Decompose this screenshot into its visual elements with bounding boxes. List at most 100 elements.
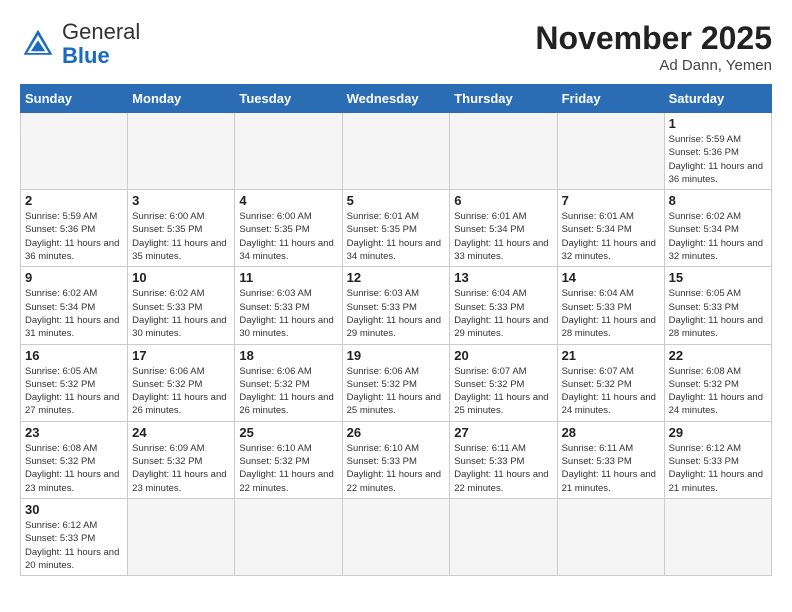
day-number: 8 <box>669 193 767 208</box>
calendar-cell: 12 Sunrise: 6:03 AMSunset: 5:33 PMDayligh… <box>342 267 450 344</box>
day-number: 18 <box>239 348 337 363</box>
day-number: 14 <box>562 270 660 285</box>
day-number: 7 <box>562 193 660 208</box>
calendar-cell: 13Sunrise: 6:04 AMSunset: 5:33 PMDayligh… <box>450 267 557 344</box>
day-number: 28 <box>562 425 660 440</box>
title-block: November 2025 Ad Dann, Yemen <box>535 20 772 74</box>
calendar-cell: 3 Sunrise: 6:00 AMSunset: 5:35 PMDaylight… <box>128 190 235 267</box>
day-info: Sunrise: 6:01 AMSunset: 5:34 PMDaylight:… <box>454 210 552 263</box>
day-number: 26 <box>347 425 446 440</box>
day-number: 24 <box>132 425 230 440</box>
day-info: Sunrise: 6:07 AMSunset: 5:32 PMDaylight:… <box>454 365 552 418</box>
day-number: 29 <box>669 425 767 440</box>
day-info: Sunrise: 6:04 AMSunset: 5:33 PMDaylight:… <box>454 287 552 340</box>
day-number: 2 <box>25 193 123 208</box>
day-number: 9 <box>25 270 123 285</box>
calendar-cell <box>450 113 557 190</box>
calendar-row: 1 Sunrise: 5:59 AMSunset: 5:36 PMDaylight… <box>21 113 772 190</box>
day-info: Sunrise: 6:02 AMSunset: 5:34 PMDaylight:… <box>25 287 123 340</box>
day-info: Sunrise: 6:12 AMSunset: 5:33 PMDaylight:… <box>669 442 767 495</box>
calendar-cell: 15 Sunrise: 6:05 AMSunset: 5:33 PMDayligh… <box>664 267 771 344</box>
header-sunday: Sunday <box>21 85 128 113</box>
day-number: 17 <box>132 348 230 363</box>
calendar-cell: 20 Sunrise: 6:07 AMSunset: 5:32 PMDayligh… <box>450 344 557 421</box>
calendar-table: Sunday Monday Tuesday Wednesday Thursday… <box>20 84 772 576</box>
calendar-row: 9 Sunrise: 6:02 AMSunset: 5:34 PMDaylight… <box>21 267 772 344</box>
calendar-cell: 9 Sunrise: 6:02 AMSunset: 5:34 PMDaylight… <box>21 267 128 344</box>
header-wednesday: Wednesday <box>342 85 450 113</box>
calendar-row: 2Sunrise: 5:59 AMSunset: 5:36 PMDaylight… <box>21 190 772 267</box>
logo-blue: Blue <box>62 43 110 68</box>
calendar-cell: 16 Sunrise: 6:05 AMSunset: 5:32 PMDayligh… <box>21 344 128 421</box>
day-info: Sunrise: 6:00 AMSunset: 5:35 PMDaylight:… <box>132 210 230 263</box>
day-number: 19 <box>347 348 446 363</box>
calendar-cell-empty <box>235 498 342 575</box>
day-info: Sunrise: 6:03 AMSunset: 5:33 PMDaylight:… <box>347 287 446 340</box>
day-info: Sunrise: 6:04 AMSunset: 5:33 PMDaylight:… <box>562 287 660 340</box>
day-number: 16 <box>25 348 123 363</box>
calendar-cell: 27Sunrise: 6:11 AMSunset: 5:33 PMDayligh… <box>450 421 557 498</box>
day-number: 22 <box>669 348 767 363</box>
page-header: General Blue November 2025 Ad Dann, Yeme… <box>20 20 772 74</box>
calendar-cell: 22 Sunrise: 6:08 AMSunset: 5:32 PMDayligh… <box>664 344 771 421</box>
day-number: 5 <box>347 193 446 208</box>
day-info: Sunrise: 6:11 AMSunset: 5:33 PMDaylight:… <box>454 442 552 495</box>
day-number: 15 <box>669 270 767 285</box>
day-info: Sunrise: 6:05 AMSunset: 5:33 PMDaylight:… <box>669 287 767 340</box>
calendar-cell: 29 Sunrise: 6:12 AMSunset: 5:33 PMDayligh… <box>664 421 771 498</box>
day-info: Sunrise: 6:02 AMSunset: 5:34 PMDaylight:… <box>669 210 767 263</box>
calendar-cell: 30Sunrise: 6:12 AMSunset: 5:33 PMDayligh… <box>21 498 128 575</box>
day-info: Sunrise: 6:02 AMSunset: 5:33 PMDaylight:… <box>132 287 230 340</box>
calendar-cell: 21Sunrise: 6:07 AMSunset: 5:32 PMDayligh… <box>557 344 664 421</box>
calendar-cell-empty <box>664 498 771 575</box>
calendar-cell <box>557 113 664 190</box>
day-number: 1 <box>669 116 767 131</box>
calendar-cell: 2Sunrise: 5:59 AMSunset: 5:36 PMDaylight… <box>21 190 128 267</box>
location-title: Ad Dann, Yemen <box>535 57 772 74</box>
calendar-cell <box>128 113 235 190</box>
calendar-cell <box>235 113 342 190</box>
day-info: Sunrise: 6:10 AMSunset: 5:33 PMDaylight:… <box>347 442 446 495</box>
day-info: Sunrise: 6:12 AMSunset: 5:33 PMDaylight:… <box>25 519 123 572</box>
calendar-cell: 5Sunrise: 6:01 AMSunset: 5:35 PMDaylight… <box>342 190 450 267</box>
day-number: 3 <box>132 193 230 208</box>
calendar-cell: 4Sunrise: 6:00 AMSunset: 5:35 PMDaylight… <box>235 190 342 267</box>
day-number: 11 <box>239 270 337 285</box>
day-info: Sunrise: 6:08 AMSunset: 5:32 PMDaylight:… <box>669 365 767 418</box>
day-number: 6 <box>454 193 552 208</box>
day-info: Sunrise: 6:05 AMSunset: 5:32 PMDaylight:… <box>25 365 123 418</box>
header-friday: Friday <box>557 85 664 113</box>
logo-general: General <box>62 19 140 44</box>
day-number: 23 <box>25 425 123 440</box>
calendar-cell-empty <box>342 498 450 575</box>
calendar-cell: 24 Sunrise: 6:09 AMSunset: 5:32 PMDayligh… <box>128 421 235 498</box>
calendar-cell: 14 Sunrise: 6:04 AMSunset: 5:33 PMDayligh… <box>557 267 664 344</box>
header-saturday: Saturday <box>664 85 771 113</box>
calendar-cell: 23Sunrise: 6:08 AMSunset: 5:32 PMDayligh… <box>21 421 128 498</box>
day-info: Sunrise: 6:00 AMSunset: 5:35 PMDaylight:… <box>239 210 337 263</box>
calendar-cell: 8 Sunrise: 6:02 AMSunset: 5:34 PMDaylight… <box>664 190 771 267</box>
calendar-row: 30Sunrise: 6:12 AMSunset: 5:33 PMDayligh… <box>21 498 772 575</box>
calendar-row: 16 Sunrise: 6:05 AMSunset: 5:32 PMDayligh… <box>21 344 772 421</box>
calendar-cell: 6 Sunrise: 6:01 AMSunset: 5:34 PMDaylight… <box>450 190 557 267</box>
day-number: 20 <box>454 348 552 363</box>
day-info: Sunrise: 6:06 AMSunset: 5:32 PMDaylight:… <box>132 365 230 418</box>
calendar-cell: 17 Sunrise: 6:06 AMSunset: 5:32 PMDayligh… <box>128 344 235 421</box>
logo-icon <box>20 26 56 62</box>
calendar-cell: 28 Sunrise: 6:11 AMSunset: 5:33 PMDayligh… <box>557 421 664 498</box>
logo-text: General Blue <box>62 20 140 68</box>
day-info: Sunrise: 5:59 AMSunset: 5:36 PMDaylight:… <box>669 133 767 186</box>
day-info: Sunrise: 6:03 AMSunset: 5:33 PMDaylight:… <box>239 287 337 340</box>
day-info: Sunrise: 6:09 AMSunset: 5:32 PMDaylight:… <box>132 442 230 495</box>
day-info: Sunrise: 6:11 AMSunset: 5:33 PMDaylight:… <box>562 442 660 495</box>
calendar-cell: 11 Sunrise: 6:03 AMSunset: 5:33 PMDayligh… <box>235 267 342 344</box>
day-info: Sunrise: 6:06 AMSunset: 5:32 PMDaylight:… <box>239 365 337 418</box>
calendar-cell-empty <box>450 498 557 575</box>
day-info: Sunrise: 6:10 AMSunset: 5:32 PMDaylight:… <box>239 442 337 495</box>
logo: General Blue <box>20 20 140 68</box>
calendar-cell: 19Sunrise: 6:06 AMSunset: 5:32 PMDayligh… <box>342 344 450 421</box>
calendar-row: 23Sunrise: 6:08 AMSunset: 5:32 PMDayligh… <box>21 421 772 498</box>
header-monday: Monday <box>128 85 235 113</box>
calendar-cell: 18 Sunrise: 6:06 AMSunset: 5:32 PMDayligh… <box>235 344 342 421</box>
day-number: 12 <box>347 270 446 285</box>
